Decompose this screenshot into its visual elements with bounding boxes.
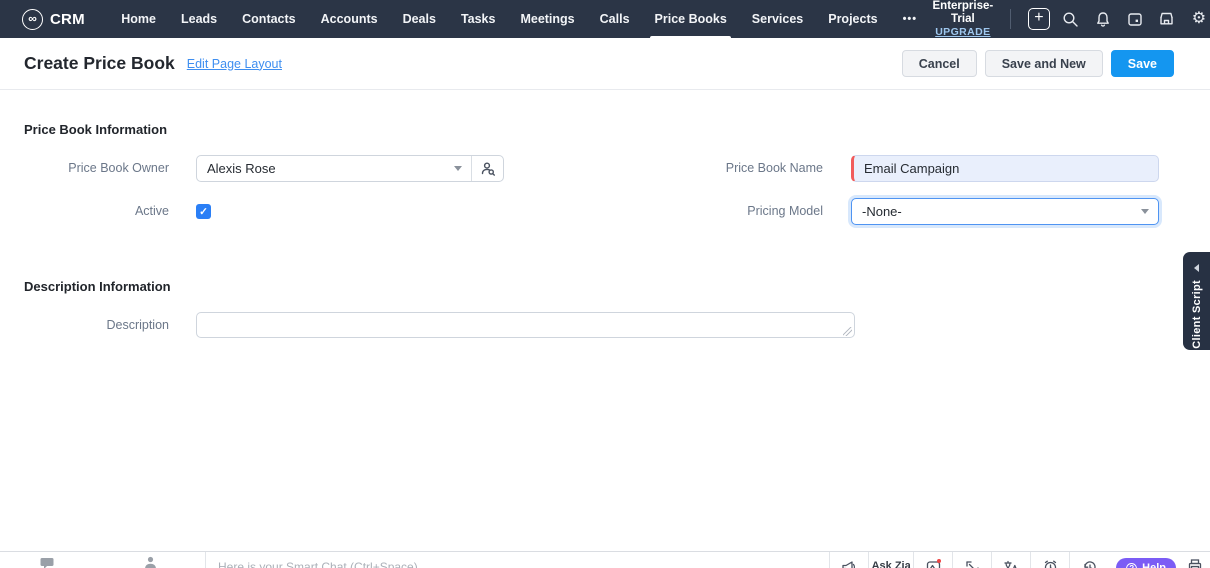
create-price-book-page: CRM Home Leads Contacts Accounts Deals T… <box>0 0 1210 568</box>
zoho-logo-icon <box>22 8 43 30</box>
question-mark-icon: ? <box>1126 562 1138 568</box>
price-book-owner-select[interactable]: Alexis Rose <box>196 155 504 182</box>
plan-name: Enterprise-Trial <box>932 0 994 25</box>
nav-utilities: Enterprise-Trial UPGRADE + ⚙ <box>930 0 1210 38</box>
tab-contacts[interactable]: Contacts <box>230 0 308 38</box>
module-tabs: Home Leads Contacts Accounts Deals Tasks… <box>109 0 930 38</box>
tab-deals[interactable]: Deals <box>390 0 448 38</box>
chat-button[interactable] <box>40 556 54 568</box>
price-book-owner-label: Price Book Owner <box>68 161 169 175</box>
client-script-label: Client Script <box>1190 280 1203 349</box>
pricing-model-label: Pricing Model <box>747 204 823 218</box>
contacts-presence-button[interactable] <box>144 556 157 568</box>
zia-notifications-button[interactable] <box>913 552 952 568</box>
help-button[interactable]: ? Help <box>1116 558 1176 568</box>
chevron-down-icon <box>454 166 462 171</box>
bottom-bar-divider <box>205 552 206 568</box>
header-actions: Cancel Save and New Save <box>901 50 1174 77</box>
owner-lookup-button[interactable] <box>471 156 503 181</box>
section-description-information: Description Information <box>24 279 171 294</box>
brand-name: CRM <box>50 10 85 28</box>
tab-calls[interactable]: Calls <box>587 0 642 38</box>
ask-zia-label: Ask Zia <box>871 560 911 568</box>
help-label: Help <box>1142 562 1166 568</box>
search-icon <box>1063 11 1079 27</box>
translate-button[interactable] <box>991 552 1030 568</box>
top-navigation-bar: CRM Home Leads Contacts Accounts Deals T… <box>0 0 1210 38</box>
smart-chat-placeholder[interactable]: Here is your Smart Chat (Ctrl+Space) <box>218 560 418 568</box>
tab-tasks[interactable]: Tasks <box>448 0 508 38</box>
reminder-button[interactable] <box>1030 552 1069 568</box>
cancel-button[interactable]: Cancel <box>901 50 977 77</box>
tab-services[interactable]: Services <box>739 0 815 38</box>
alarm-clock-icon <box>1044 560 1056 568</box>
settings-button[interactable]: ⚙ <box>1183 3 1210 35</box>
tab-projects[interactable]: Projects <box>816 0 890 38</box>
translate-icon <box>1004 560 1017 568</box>
megaphone-icon <box>842 561 856 568</box>
recent-items-button[interactable] <box>1069 552 1108 568</box>
price-book-name-value: Email Campaign <box>864 161 960 176</box>
bottom-right-tools: Ask Zia ? Help <box>829 552 1210 568</box>
active-checkbox[interactable] <box>196 204 211 219</box>
description-label: Description <box>106 318 169 332</box>
chat-bubble-icon <box>40 558 54 568</box>
page-title: Create Price Book <box>24 53 175 73</box>
tab-leads[interactable]: Leads <box>169 0 230 38</box>
price-book-name-input[interactable]: Email Campaign <box>851 155 1159 182</box>
tab-accounts[interactable]: Accounts <box>308 0 390 38</box>
description-textarea[interactable] <box>196 312 855 338</box>
pricing-model-select[interactable]: -None- <box>851 198 1159 225</box>
tab-home[interactable]: Home <box>109 0 169 38</box>
bell-icon <box>1096 11 1109 27</box>
person-icon <box>145 556 156 568</box>
user-lookup-icon <box>481 161 495 176</box>
save-and-new-button[interactable]: Save and New <box>984 50 1103 77</box>
marketplace-icon <box>1160 12 1174 25</box>
search-button[interactable] <box>1055 3 1087 35</box>
bottom-toolbar: Here is your Smart Chat (Ctrl+Space) Ask… <box>0 551 1210 568</box>
edit-page-layout-link[interactable]: Edit Page Layout <box>187 57 282 71</box>
gear-icon: ⚙ <box>1191 10 1207 27</box>
selection-arrow-icon <box>966 561 979 568</box>
printer-icon <box>1188 559 1202 568</box>
plan-badge: Enterprise-Trial UPGRADE <box>930 0 996 38</box>
crm-logo[interactable]: CRM <box>0 8 85 30</box>
calendar-button[interactable] <box>1119 3 1151 35</box>
print-button[interactable] <box>1188 559 1202 568</box>
tab-price-books[interactable]: Price Books <box>642 0 739 38</box>
section-price-book-information: Price Book Information <box>24 122 168 137</box>
tab-more-ellipsis[interactable]: ••• <box>890 0 930 38</box>
client-script-tab[interactable]: Client Script <box>1183 252 1210 350</box>
pricing-model-value: -None- <box>862 204 902 219</box>
tab-meetings[interactable]: Meetings <box>508 0 587 38</box>
marketplace-button[interactable] <box>1151 3 1183 35</box>
collapse-arrow-icon <box>1194 264 1199 272</box>
history-icon <box>1084 561 1096 568</box>
select-tool-button[interactable] <box>952 552 991 568</box>
calendar-icon <box>1128 13 1142 26</box>
price-book-owner-value: Alexis Rose <box>207 161 276 176</box>
notifications-button[interactable] <box>1087 3 1119 35</box>
upgrade-link[interactable]: UPGRADE <box>930 26 996 38</box>
announcements-button[interactable] <box>829 552 868 568</box>
active-label: Active <box>134 204 169 218</box>
ask-zia-button[interactable]: Ask Zia <box>868 552 913 568</box>
nav-divider <box>1010 9 1011 29</box>
chevron-down-icon <box>1141 209 1149 214</box>
price-book-name-label: Price Book Name <box>725 161 823 175</box>
plus-icon <box>1027 8 1050 30</box>
page-header: Create Price Book Edit Page Layout Cance… <box>0 38 1210 90</box>
quick-create-button[interactable] <box>1023 3 1055 35</box>
save-button[interactable]: Save <box>1110 50 1174 77</box>
